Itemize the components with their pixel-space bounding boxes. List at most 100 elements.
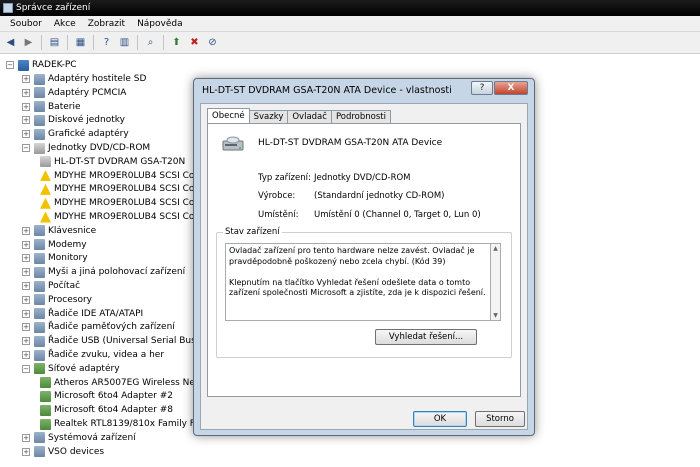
- tree-category-item[interactable]: + Adaptéry PCMCIA: [22, 86, 126, 100]
- tree-item-label: MDYHE MRO9ER0LUB4 SCSI Co: [54, 198, 195, 209]
- properties-dialog: HL-DT-ST DVDRAM GSA-T20N ATA Device - vl…: [193, 78, 535, 436]
- forward-icon[interactable]: ▶: [21, 35, 36, 50]
- expand-icon[interactable]: +: [22, 447, 30, 456]
- tree-item-label: Atheros AR5007EG Wireless Net: [54, 377, 199, 388]
- expand-icon[interactable]: +: [22, 309, 30, 318]
- collapse-icon[interactable]: −: [6, 61, 14, 69]
- menu-help[interactable]: Nápověda: [131, 16, 189, 31]
- tree-category-item[interactable]: + Monitory: [22, 251, 88, 265]
- expand-icon[interactable]: +: [22, 102, 30, 111]
- tree-category-item[interactable]: − Jednotky DVD/CD-ROM: [22, 141, 150, 155]
- toolbar-separator: [41, 35, 42, 50]
- expand-icon[interactable]: +: [22, 433, 30, 442]
- tree-category-item[interactable]: + Řadiče paměťových zařízení: [22, 320, 175, 334]
- collapse-icon[interactable]: −: [22, 144, 30, 152]
- tree-item-label: Řadiče USB (Universal Serial Bus): [48, 336, 200, 347]
- tree-category-item[interactable]: − Síťové adaptéry: [22, 362, 120, 376]
- tree-device-item[interactable]: Atheros AR5007EG Wireless Net: [40, 376, 198, 390]
- tree-root[interactable]: − RADEK-PC: [6, 58, 77, 72]
- tree-category-item[interactable]: + Řadiče USB (Universal Serial Bus): [22, 334, 199, 348]
- tree-device-item[interactable]: Microsoft 6to4 Adapter #8: [40, 403, 173, 417]
- expand-icon[interactable]: +: [22, 323, 30, 332]
- tree-category-item[interactable]: + Řadiče IDE ATA/ATAPI: [22, 307, 143, 321]
- tree-device-item[interactable]: Realtek RTL8139/810x Family Fast: [40, 417, 208, 431]
- show-hide-console-tree-icon[interactable]: ▤: [47, 35, 62, 50]
- update-driver-icon[interactable]: ⬆: [169, 35, 184, 50]
- processor-icon: [34, 294, 45, 306]
- uninstall-icon[interactable]: ✖: [187, 35, 202, 50]
- tree-device-item[interactable]: MDYHE MRO9ER0LUB4 SCSI Co: [40, 210, 194, 224]
- tree-item-label: HL-DT-ST DVDRAM GSA-T20N: [54, 156, 186, 167]
- system-device-icon: [34, 432, 45, 444]
- find-solutions-button[interactable]: Vyhledat řešení...: [375, 329, 477, 345]
- disable-device-icon[interactable]: ⊘: [205, 35, 220, 50]
- tree-device-item[interactable]: MDYHE MRO9ER0LUB4 SCSI Co: [40, 182, 194, 196]
- storage-controller-icon: [34, 321, 45, 333]
- tree-item-label: Systémová zařízení: [48, 432, 136, 443]
- back-icon[interactable]: ◀: [3, 35, 18, 50]
- ok-button[interactable]: OK: [413, 411, 467, 427]
- tree-device-item[interactable]: Microsoft 6to4 Adapter #2: [40, 389, 173, 403]
- action-pane-icon[interactable]: ▥: [117, 35, 132, 50]
- tree-category-item[interactable]: + Grafické adaptéry: [22, 127, 129, 141]
- expand-icon[interactable]: +: [22, 240, 30, 249]
- expand-icon[interactable]: +: [22, 282, 30, 290]
- menu-file[interactable]: Soubor: [4, 16, 48, 31]
- expand-icon[interactable]: +: [22, 351, 30, 359]
- tab-general[interactable]: Obecné: [207, 108, 250, 123]
- scan-hardware-icon[interactable]: ⌕: [143, 35, 158, 50]
- tree-category-item[interactable]: + Diskové jednotky: [22, 113, 125, 127]
- status-scrollbar[interactable]: ▲ ▼: [491, 243, 501, 321]
- tab-details[interactable]: Podrobnosti: [330, 110, 391, 123]
- cancel-button[interactable]: Storno: [475, 411, 525, 427]
- expand-icon[interactable]: +: [22, 337, 30, 346]
- tree-device-item[interactable]: MDYHE MRO9ER0LUB4 SCSI Co: [40, 169, 194, 183]
- tree-category-item[interactable]: + Procesory: [22, 293, 92, 307]
- tree-category-item[interactable]: + Systémová zařízení: [22, 431, 136, 445]
- dialog-help-button[interactable]: ?: [471, 81, 493, 95]
- tree-item-label: MDYHE MRO9ER0LUB4 SCSI Co: [54, 170, 195, 181]
- tab-volumes[interactable]: Svazky: [248, 110, 289, 123]
- dialog-close-button[interactable]: X: [494, 81, 528, 95]
- network-adapter-icon: [34, 363, 45, 375]
- tree-category-item[interactable]: + Baterie: [22, 100, 81, 114]
- tree-item-label: Adaptéry hostitele SD: [48, 74, 147, 84]
- tree-item-label: Procesory: [48, 294, 92, 305]
- tree-category-item[interactable]: + Řadiče zvuku, videa a her: [22, 348, 164, 362]
- menu-action[interactable]: Akce: [48, 16, 82, 31]
- tree-item-label: MDYHE MRO9ER0LUB4 SCSI Co: [54, 184, 195, 195]
- tree-category-item[interactable]: + Modemy: [22, 238, 87, 252]
- dvd-drive-icon: [222, 136, 244, 151]
- menu-bar: Soubor Akce Zobrazit Nápověda: [0, 16, 700, 32]
- expand-icon[interactable]: +: [22, 226, 30, 235]
- collapse-icon[interactable]: −: [22, 364, 30, 373]
- monitor-icon: [34, 252, 45, 264]
- modem-icon: [34, 239, 45, 251]
- expand-icon[interactable]: +: [22, 254, 30, 263]
- expand-icon[interactable]: +: [22, 116, 30, 125]
- network-device-icon: [40, 418, 51, 430]
- properties-icon[interactable]: ▦: [73, 35, 88, 50]
- tree-category-item[interactable]: + Počítač: [22, 279, 80, 293]
- expand-icon[interactable]: +: [22, 268, 30, 277]
- expand-icon[interactable]: +: [22, 88, 30, 97]
- expand-icon[interactable]: +: [22, 75, 30, 83]
- scroll-up-icon[interactable]: ▲: [491, 245, 500, 252]
- usb-controller-icon: [34, 335, 45, 347]
- help-icon[interactable]: ?: [99, 35, 114, 50]
- menu-view[interactable]: Zobrazit: [82, 16, 131, 31]
- tree-category-item[interactable]: + Adaptéry hostitele SD: [22, 72, 146, 86]
- scroll-down-icon[interactable]: ▼: [491, 312, 500, 319]
- tree-category-item[interactable]: + VSO devices: [22, 445, 104, 459]
- tree-item-label: Klávesnice: [48, 225, 97, 236]
- tree-device-item[interactable]: HL-DT-ST DVDRAM GSA-T20N: [40, 155, 185, 169]
- expand-icon[interactable]: +: [22, 130, 30, 139]
- tree-device-item[interactable]: MDYHE MRO9ER0LUB4 SCSI Co: [40, 196, 194, 210]
- toolbar-separator: [137, 35, 138, 50]
- tab-driver[interactable]: Ovladač: [287, 110, 332, 123]
- tree-category-item[interactable]: + Klávesnice: [22, 224, 96, 238]
- tree-category-item[interactable]: + Myši a jiná polohovací zařízení: [22, 265, 185, 279]
- device-status-text[interactable]: Ovladač zařízení pro tento hardware nelz…: [225, 243, 491, 321]
- expand-icon[interactable]: +: [22, 295, 30, 304]
- toolbar: ◀ ▶ ▤ ▦ ? ▥ ⌕ ⬆ ✖ ⊘: [0, 32, 700, 54]
